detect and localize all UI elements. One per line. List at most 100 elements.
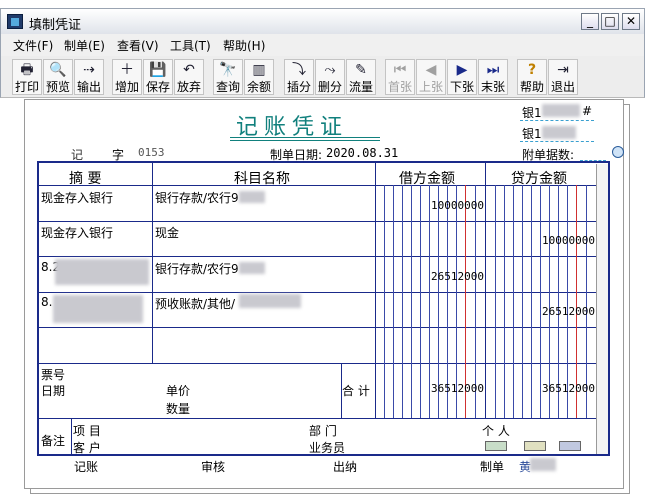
title-underline-2 xyxy=(230,140,380,141)
next-button[interactable]: ▶ 下张 xyxy=(447,59,477,95)
maximize-button[interactable]: □ xyxy=(601,13,619,30)
last-icon: ⏭ xyxy=(486,62,500,78)
delete-entry-button[interactable]: ⤳ 删分 xyxy=(315,59,345,95)
cashier-label: 出纳 xyxy=(333,460,358,474)
menu-voucher[interactable]: 制单(E) xyxy=(64,37,105,54)
voucher-number[interactable]: 0153 xyxy=(138,146,165,159)
header-account: 科目名称 xyxy=(234,171,290,187)
salesman-label: 业务员 xyxy=(309,441,346,455)
redacted-account xyxy=(239,262,265,274)
minimize-button[interactable]: _ xyxy=(581,13,599,30)
bank-field-1: 银1 xyxy=(522,106,542,120)
row2-credit[interactable]: 10000000 xyxy=(489,234,595,247)
menu-view[interactable]: 查看(V) xyxy=(117,37,159,54)
undo-icon: ↶ xyxy=(183,62,195,78)
first-icon: ⏮ xyxy=(393,62,407,78)
date-field-label: 日期 xyxy=(41,384,66,398)
chart-icon[interactable] xyxy=(559,441,581,451)
query-label: 查询 xyxy=(215,80,240,94)
customer-label: 客 户 xyxy=(73,441,101,455)
menu-bar: 文件(F) 制单(E) 查看(V) 工具(T) 帮助(H) xyxy=(0,34,645,56)
row1-debit[interactable]: 10000000 xyxy=(379,199,484,212)
preview-label: 预览 xyxy=(45,80,70,94)
exit-button[interactable]: ⇥ 退出 xyxy=(548,59,578,95)
row1-account[interactable]: 银行存款/农行9 xyxy=(155,189,239,206)
row1-summary[interactable]: 现金存入银行 xyxy=(41,189,113,206)
balance-label: 余额 xyxy=(246,80,271,94)
balance-button[interactable]: ▥ 余额 xyxy=(244,59,274,95)
next-icon: ▶ xyxy=(456,62,468,78)
row3-account[interactable]: 银行存款/农行9 xyxy=(155,260,239,277)
search-icon[interactable] xyxy=(612,146,624,158)
discard-label: 放弃 xyxy=(176,80,201,94)
print-label: 打印 xyxy=(14,80,39,94)
title-bar: 填制凭证 _ □ ✕ xyxy=(0,8,645,34)
title-underline xyxy=(230,137,380,138)
exit-label: 退出 xyxy=(550,80,575,94)
insert-row-icon: ⤵ xyxy=(292,62,306,78)
help-label: 帮助 xyxy=(519,80,544,94)
menu-help[interactable]: 帮助(H) xyxy=(223,37,265,54)
printer-icon: 🖶 xyxy=(20,62,34,78)
row4-account[interactable]: 预收账款/其他/ xyxy=(155,295,235,312)
notes-divider xyxy=(71,418,72,454)
discard-button[interactable]: ↶ 放弃 xyxy=(174,59,204,95)
menu-file[interactable]: 文件(F) xyxy=(13,37,53,54)
redacted-bank-2 xyxy=(542,126,576,139)
delete-row-icon: ⤳ xyxy=(324,62,336,78)
prev-label: 上张 xyxy=(418,80,443,94)
last-label: 末张 xyxy=(480,80,505,94)
header-summary: 摘 要 xyxy=(69,171,102,187)
ticket-label: 票号 xyxy=(41,368,66,382)
header-debit: 借方金额 xyxy=(399,171,455,187)
query-button[interactable]: 🔭 查询 xyxy=(213,59,243,95)
person-label: 个 人 xyxy=(482,424,510,438)
window-title: 填制凭证 xyxy=(29,18,82,33)
maker-label: 制单 xyxy=(480,460,505,474)
preview-button[interactable]: 🔍 预览 xyxy=(43,59,73,95)
export-button[interactable]: ⇢ 输出 xyxy=(74,59,104,95)
header-credit: 贷方金额 xyxy=(511,171,567,187)
voucher-date[interactable]: 2020.08.31 xyxy=(326,146,398,160)
bank-line-1 xyxy=(520,120,594,121)
insert-entry-button[interactable]: ⤵ 插分 xyxy=(284,59,314,95)
pencil-icon: ✎ xyxy=(355,62,367,78)
close-button[interactable]: ✕ xyxy=(622,13,640,30)
bank-line-2 xyxy=(520,141,594,142)
row2-account[interactable]: 现金 xyxy=(155,224,179,241)
redacted-account xyxy=(239,191,265,203)
toolbar: 🖶 打印 🔍 预览 ⇢ 输出 ＋增加 💾 保存 ↶ 放弃 🔭 查询 ▥ 余额 ⤵ 插分 ⤳ 删分 … xyxy=(0,56,645,98)
voucher-grid: 摘 要 科目名称 借方金额 贷方金额 现金存入银行 银行存款/农行9 10000… xyxy=(37,161,610,456)
next-label: 下张 xyxy=(449,80,474,94)
save-icon: 💾 xyxy=(149,62,167,78)
calculator-icon[interactable] xyxy=(524,441,546,451)
export-icon: ⇢ xyxy=(83,62,95,78)
print-button[interactable]: 🖶 打印 xyxy=(12,59,42,95)
binoculars-icon: 🔭 xyxy=(219,62,237,78)
vertical-scrollbar[interactable] xyxy=(596,164,608,454)
cash-flow-label: 流量 xyxy=(348,80,373,94)
add-button[interactable]: ＋ 增加 xyxy=(112,59,142,95)
row4-summary[interactable]: 8. xyxy=(41,295,52,309)
col-divider-account xyxy=(375,163,376,418)
save-button[interactable]: 💾 保存 xyxy=(143,59,173,95)
row4-credit[interactable]: 26512000 xyxy=(489,305,595,318)
row2-summary[interactable]: 现金存入银行 xyxy=(41,224,113,241)
card-icon[interactable] xyxy=(485,441,507,451)
prev-button[interactable]: ◀ 上张 xyxy=(416,59,446,95)
help-button[interactable]: ? 帮助 xyxy=(517,59,547,95)
exit-icon: ⇥ xyxy=(557,62,569,78)
add-icon: ＋ xyxy=(120,62,134,78)
last-button[interactable]: ⏭ 末张 xyxy=(478,59,508,95)
col-divider-debit xyxy=(485,163,486,418)
cash-flow-button[interactable]: ✎ 流量 xyxy=(346,59,376,95)
redacted-summary xyxy=(53,295,143,323)
project-label: 项 目 xyxy=(73,424,101,438)
redacted-bank-1 xyxy=(542,104,580,117)
row3-debit[interactable]: 26512000 xyxy=(379,270,484,283)
price-label: 单价 xyxy=(166,384,191,398)
first-button[interactable]: ⏮ 首张 xyxy=(385,59,415,95)
menu-tools[interactable]: 工具(T) xyxy=(170,37,211,54)
redacted-summary xyxy=(55,259,149,285)
bookkeep-label: 记账 xyxy=(74,460,99,474)
